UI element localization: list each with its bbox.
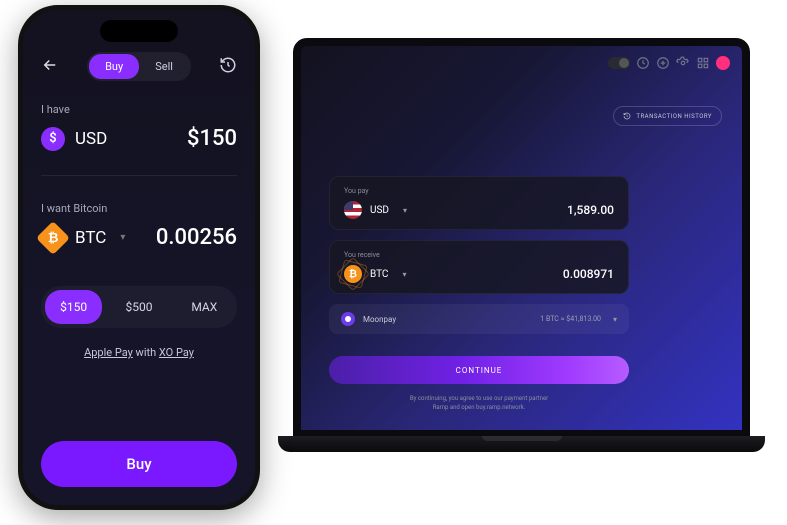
transaction-history-button[interactable]: TRANSACTION HISTORY bbox=[613, 106, 722, 126]
have-amount[interactable]: $150 bbox=[187, 126, 237, 151]
theme-toggle[interactable] bbox=[608, 57, 630, 69]
chevron-down-icon: ▾ bbox=[402, 270, 406, 279]
have-currency-selector[interactable]: $ USD bbox=[41, 127, 107, 151]
continue-button[interactable]: CONTINUE bbox=[329, 356, 629, 384]
avatar[interactable] bbox=[716, 56, 730, 70]
plus-icon[interactable] bbox=[656, 56, 670, 70]
laptop-device: TRANSACTION HISTORY You pay USD ▾ 1,589.… bbox=[278, 38, 765, 470]
have-currency: USD bbox=[75, 129, 107, 149]
chevron-down-icon: ▾ bbox=[613, 315, 617, 324]
receive-label: You receive bbox=[344, 251, 614, 259]
receive-card: You receive ₿ BTC ▾ 0.008971 bbox=[329, 240, 629, 294]
provider-rate: 1 BTC ≈ $41,813.00 bbox=[540, 315, 601, 323]
back-button[interactable] bbox=[41, 56, 59, 78]
receive-amount: 0.008971 bbox=[563, 267, 614, 281]
want-currency: BTC bbox=[75, 228, 106, 248]
disclaimer-line2: Ramp and open buy.ramp.network. bbox=[329, 403, 629, 412]
tab-buy[interactable]: Buy bbox=[89, 54, 139, 79]
pay-amount[interactable]: 1,589.00 bbox=[567, 203, 614, 217]
btc-icon: ₿ bbox=[344, 265, 362, 283]
exchange-panel: You pay USD ▾ 1,589.00 You receive ₿ BTC bbox=[329, 176, 629, 412]
divider bbox=[41, 175, 237, 176]
pay-note-mid: with bbox=[133, 346, 159, 359]
preset-500[interactable]: $500 bbox=[110, 290, 167, 324]
phone-device: Buy Sell I have $ USD $150 I want Bitcoi… bbox=[18, 5, 260, 510]
us-flag-icon bbox=[344, 201, 362, 219]
receive-currency: BTC bbox=[370, 269, 388, 280]
buy-sell-tabs: Buy Sell bbox=[87, 52, 191, 81]
buy-button-label: Buy bbox=[126, 455, 151, 473]
preset-max[interactable]: MAX bbox=[176, 290, 233, 324]
apple-pay-link: Apple Pay bbox=[84, 346, 133, 359]
payment-method-note[interactable]: Apple Pay with XO Pay bbox=[41, 346, 237, 359]
amount-presets: $150 $500 MAX bbox=[41, 286, 237, 328]
settings-icon[interactable] bbox=[676, 56, 690, 70]
pay-currency-selector[interactable]: USD ▾ bbox=[344, 201, 407, 219]
history-icon[interactable] bbox=[636, 56, 650, 70]
preset-150[interactable]: $150 bbox=[45, 290, 102, 324]
pay-card: You pay USD ▾ 1,589.00 bbox=[329, 176, 629, 230]
receive-currency-selector[interactable]: ₿ BTC ▾ bbox=[344, 265, 406, 283]
mobile-app: Buy Sell I have $ USD $150 I want Bitcoi… bbox=[23, 10, 255, 505]
usd-icon: $ bbox=[41, 127, 65, 151]
laptop-base bbox=[278, 436, 765, 452]
continue-label: CONTINUE bbox=[456, 366, 503, 375]
pay-label: You pay bbox=[344, 187, 614, 195]
grid-icon[interactable] bbox=[696, 56, 710, 70]
btc-icon: ₿ bbox=[36, 221, 70, 255]
want-amount: 0.00256 bbox=[156, 225, 237, 250]
pay-currency: USD bbox=[370, 205, 389, 216]
want-currency-selector[interactable]: ₿ BTC ▾ bbox=[41, 226, 125, 250]
chevron-down-icon: ▾ bbox=[120, 232, 125, 243]
provider-name: Moonpay bbox=[363, 315, 396, 324]
moonpay-icon bbox=[341, 312, 355, 326]
disclaimer: By continuing, you agree to use our paym… bbox=[329, 394, 629, 412]
phone-notch bbox=[100, 20, 178, 42]
want-label: I want Bitcoin bbox=[41, 202, 237, 215]
tab-sell[interactable]: Sell bbox=[139, 54, 189, 79]
have-label: I have bbox=[41, 103, 237, 116]
disclaimer-line1: By continuing, you agree to use our paym… bbox=[329, 394, 629, 403]
xo-pay-link: XO Pay bbox=[159, 346, 194, 359]
transaction-history-label: TRANSACTION HISTORY bbox=[636, 113, 712, 120]
desktop-topbar bbox=[608, 56, 730, 70]
chevron-down-icon: ▾ bbox=[403, 206, 407, 215]
history-button[interactable] bbox=[219, 56, 237, 78]
desktop-app: TRANSACTION HISTORY You pay USD ▾ 1,589.… bbox=[293, 38, 750, 438]
buy-button[interactable]: Buy bbox=[41, 441, 237, 487]
usd-symbol: $ bbox=[49, 131, 56, 146]
provider-selector[interactable]: Moonpay 1 BTC ≈ $41,813.00 ▾ bbox=[329, 304, 629, 334]
